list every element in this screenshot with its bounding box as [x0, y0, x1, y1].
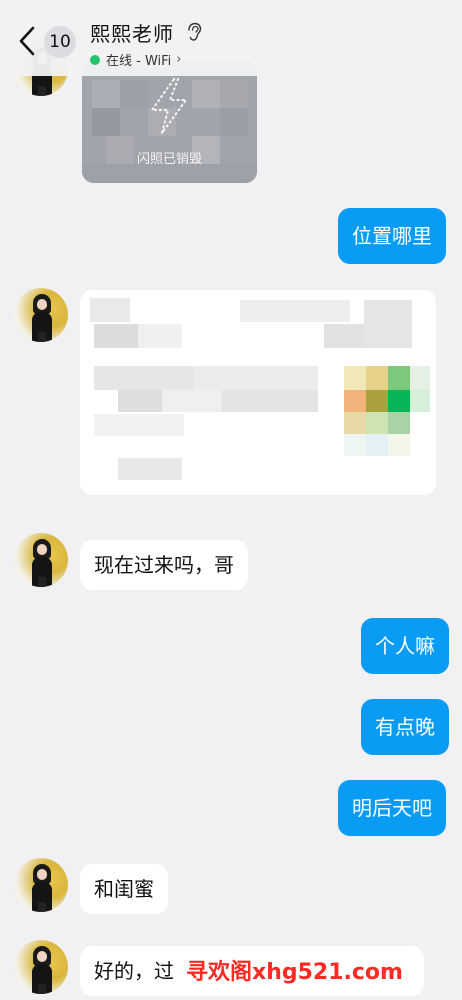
message-bubble-incoming[interactable]: 现在过来吗，哥	[80, 540, 248, 590]
message-bubble-outgoing[interactable]: 明后天吧	[338, 780, 446, 836]
online-dot-icon	[90, 54, 100, 65]
contact-avatar[interactable]	[14, 288, 68, 342]
watermark-text: 寻欢阁xhg521.com	[186, 960, 403, 985]
contact-avatar[interactable]	[14, 940, 68, 994]
contact-avatar[interactable]	[14, 858, 68, 912]
flash-photo-card[interactable]: 闪照已销毁	[82, 60, 257, 183]
back-button[interactable]	[16, 24, 38, 58]
flash-photo-destroyed-label: 闪照已销毁	[136, 152, 202, 167]
lightning-icon	[151, 78, 187, 134]
contact-name[interactable]: 熙熙老师	[90, 18, 174, 47]
chevron-left-icon	[19, 26, 35, 56]
message-bubble-outgoing[interactable]: 个人嘛	[361, 618, 449, 674]
online-status[interactable]: 在线 - WiFi ›	[90, 50, 181, 69]
message-bubble-incoming[interactable]: 和闺蜜	[80, 864, 168, 914]
blurred-location-card[interactable]	[80, 290, 436, 495]
message-bubble-outgoing[interactable]: 位置哪里	[338, 208, 446, 264]
contact-avatar[interactable]	[14, 533, 68, 587]
ear-icon[interactable]	[186, 22, 202, 42]
message-bubble-outgoing[interactable]: 有点晚	[361, 699, 449, 755]
status-text: 在线 - WiFi	[106, 54, 172, 69]
unread-count-badge[interactable]: 10	[44, 26, 76, 58]
chat-header: 10 熙熙老师 在线 - WiFi ›	[0, 0, 462, 76]
chevron-right-icon: ›	[176, 52, 182, 67]
